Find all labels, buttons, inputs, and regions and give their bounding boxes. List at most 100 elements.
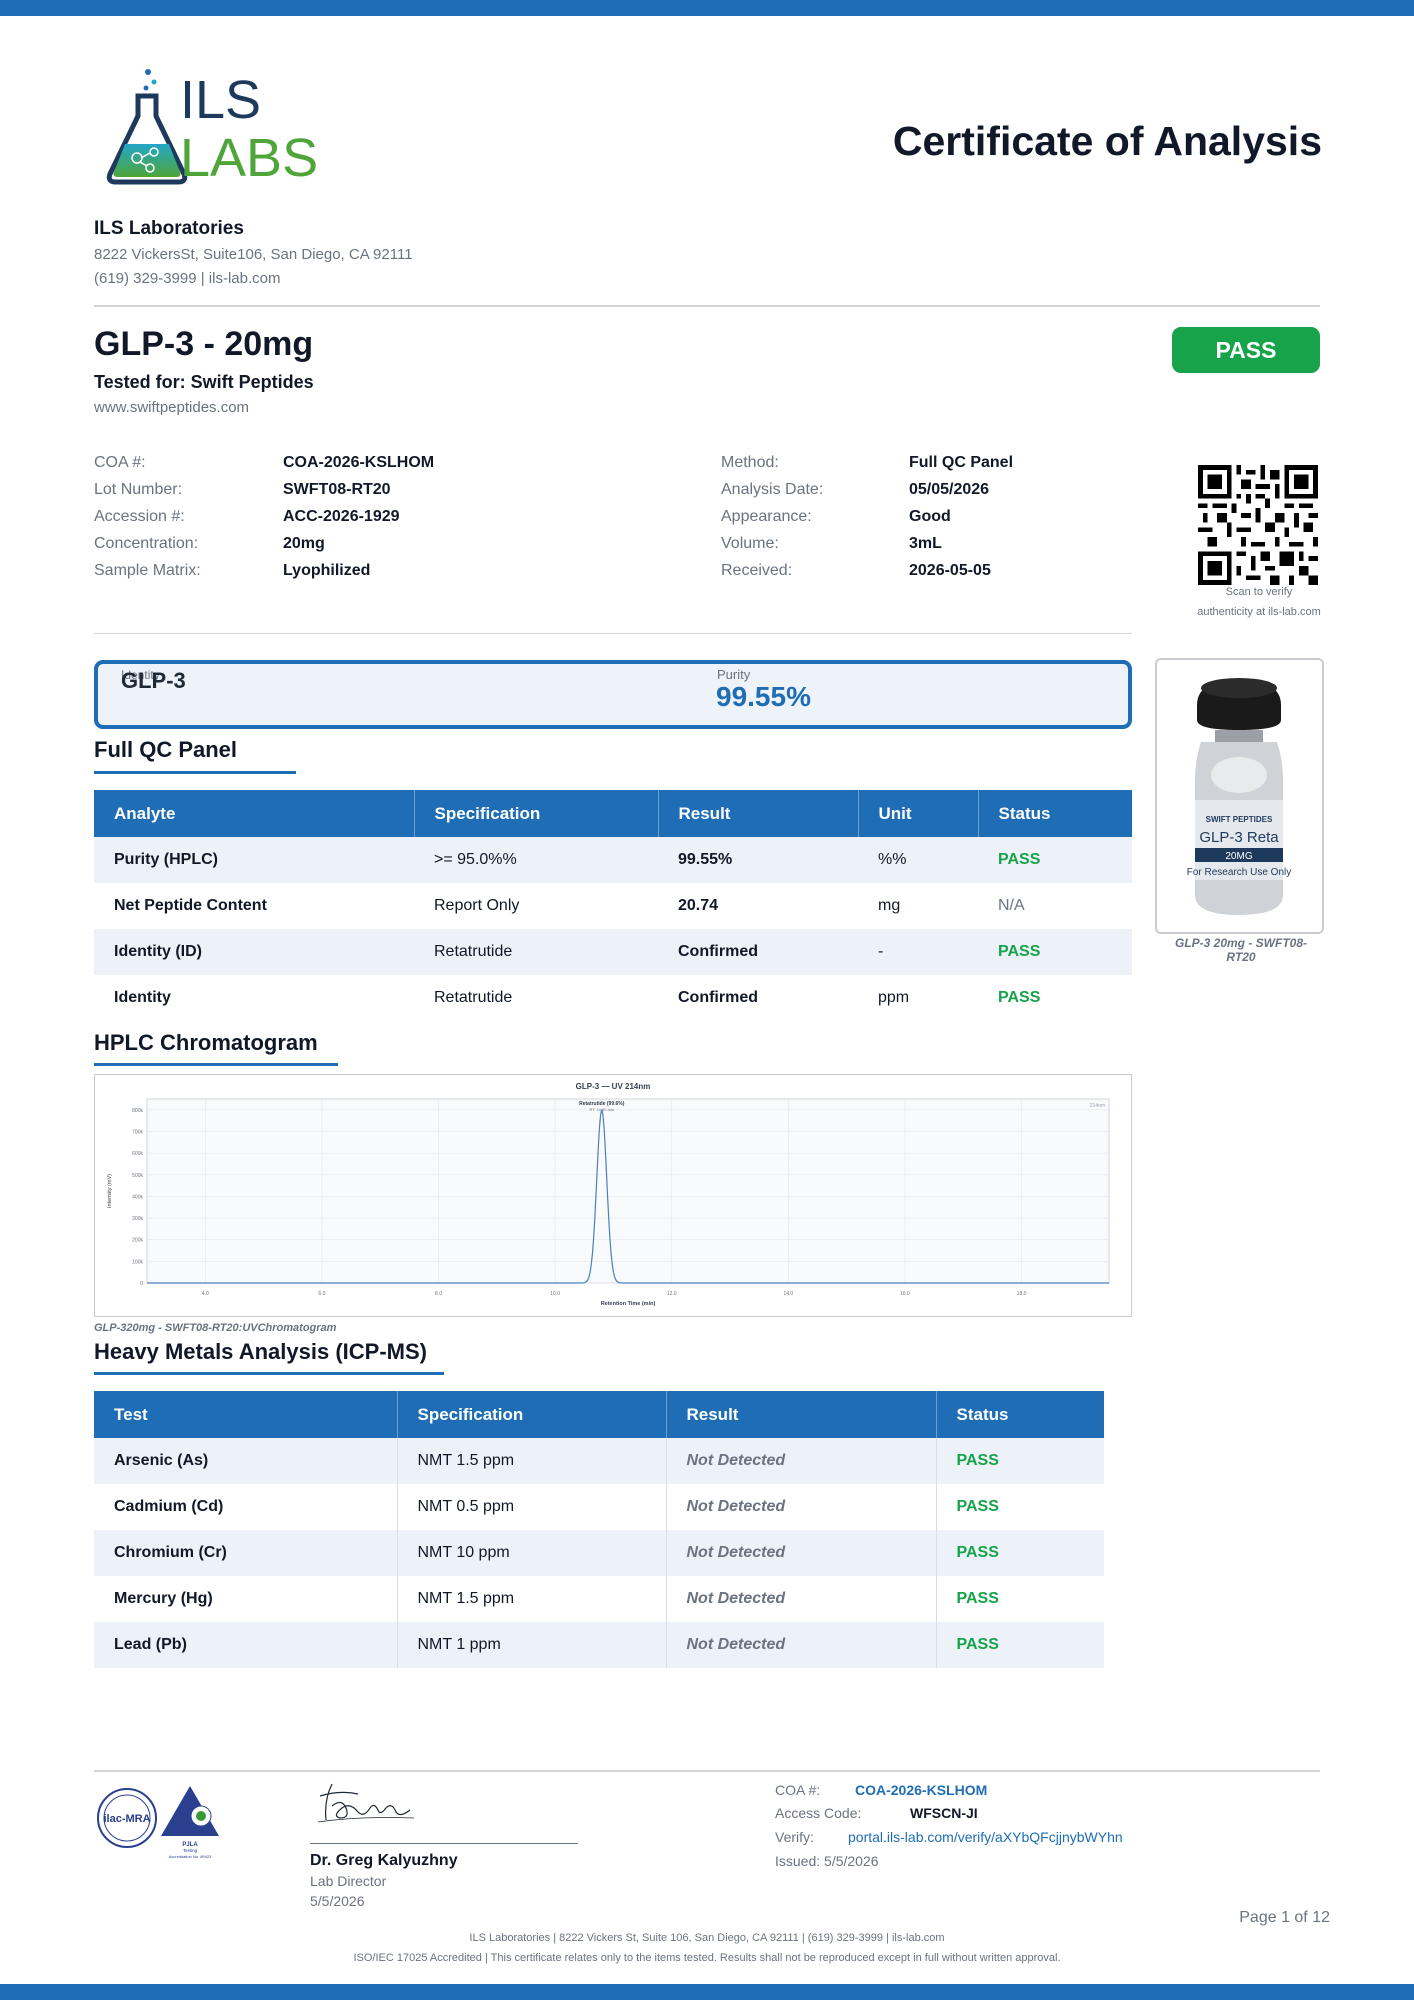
table-cell: Net Peptide Content — [114, 897, 267, 914]
status-cell: PASS — [956, 1498, 999, 1515]
column-header: Status — [936, 1391, 1104, 1438]
table-cell: Not Detected — [666, 1438, 937, 1484]
info-value: 20mg — [283, 535, 325, 552]
info-value: ACC-2026-1929 — [283, 508, 400, 525]
column-header: Result — [666, 1391, 937, 1438]
info-value: 3mL — [909, 535, 942, 552]
table-cell: Cadmium (Cd) — [94, 1484, 398, 1530]
heavy-metals-table: Test Specification Result Status Arsenic… — [94, 1391, 1104, 1668]
info-value: COA-2026-KSLHOM — [283, 454, 435, 471]
pjla-sub: Testing — [183, 1848, 198, 1853]
metals-title: Heavy Metals Analysis (ICP-MS) — [94, 1339, 427, 1364]
chromatogram-caption: GLP-320mg - SWFT08-RT20:UVChromatogram — [94, 1322, 337, 1334]
x-tick-label: 4.0 — [202, 1291, 209, 1297]
column-header: Result — [658, 790, 859, 837]
access-code-label: Access Code: — [775, 1805, 862, 1821]
certificate-title: Certificate of Analysis — [892, 118, 1322, 164]
pjla-accreditation: Accreditation No. 89423 — [169, 1854, 212, 1859]
qc-panel-title: Full QC Panel — [94, 737, 238, 762]
overall-status-badge: PASS — [1172, 327, 1320, 373]
info-value: 05/05/2026 — [909, 481, 990, 498]
status-cell: PASS — [998, 989, 1041, 1006]
vial-image: SWIFT PEPTIDES GLP-3 Reta 20MG For Resea… — [1157, 660, 1322, 932]
table-cell: Identity — [114, 989, 171, 1006]
lab-name: ILS Laboratories — [94, 218, 244, 239]
chart-title: GLP-3 — UV 214nm — [576, 1082, 651, 1091]
client-website: www.swiftpeptides.com — [94, 399, 250, 416]
table-cell: Not Detected — [666, 1530, 937, 1576]
info-value: Lyophilized — [283, 562, 371, 579]
verify-coa-label: COA #: — [775, 1782, 821, 1798]
plot-area — [146, 1098, 1110, 1284]
access-code-value: WFSCN-JI — [910, 1805, 978, 1821]
status-cell: PASS — [978, 837, 1132, 883]
accreditation-seals: ilac-MRA PJLA Testing Accreditation No. … — [97, 1786, 219, 1859]
signature-line — [310, 1843, 578, 1844]
ils-labs-logo: ILS LABS — [106, 69, 318, 186]
chart-legend: 214nm — [1090, 1103, 1105, 1109]
column-header: Analyte — [94, 790, 415, 837]
bottom-bar — [0, 1984, 1414, 2000]
table-cell: Lead (Pb) — [94, 1622, 398, 1668]
status-cell: PASS — [978, 929, 1132, 975]
table-cell: Not Detected — [666, 1484, 937, 1530]
footer-disclaimer: ISO/IEC 17025 Accredited | This certific… — [353, 1952, 1061, 1964]
table-cell: %% — [858, 837, 978, 883]
column-header: Specification — [397, 1391, 667, 1438]
product-title: GLP-3 - 20mg — [94, 325, 314, 363]
info-label: Received: — [721, 562, 793, 579]
table-row: Identity (ID) Retatrutide Confirmed - PA… — [94, 929, 1132, 975]
ilac-text: ilac-MRA — [103, 1813, 150, 1825]
table-cell: Mercury (Hg) — [94, 1576, 398, 1622]
table-cell: NMT 1.5 ppm — [397, 1438, 667, 1484]
header-divider — [94, 305, 1320, 307]
y-tick-label: 700k — [132, 1129, 143, 1135]
photo-caption: GLP-3 20mg - SWFT08-RT20 — [1174, 936, 1308, 964]
table-cell: Confirmed — [658, 929, 858, 975]
verify-coa-value: COA-2026-KSLHOM — [855, 1782, 988, 1798]
table-cell: Confirmed — [678, 989, 758, 1006]
chromatogram-frame: GLP-3 — UV 214nm 4.0 6.0 8.0 10.0 12.0 14.0 16… — [94, 1074, 1132, 1317]
ilac-mra-seal: ilac-MRA — [97, 1788, 157, 1848]
table-cell: NMT 10 ppm — [397, 1530, 667, 1576]
x-tick-label: 18.0 — [1017, 1291, 1027, 1297]
y-tick-label: 200k — [132, 1238, 143, 1244]
top-bar — [0, 0, 1414, 16]
verify-link[interactable]: portal.ils-lab.com/verify/aXYbQFcjjnybWY… — [848, 1829, 1123, 1845]
qr-code[interactable] — [1198, 465, 1318, 585]
x-tick-label: 8.0 — [435, 1291, 442, 1297]
table-row: Lead (Pb) NMT 1 ppm Not Detected PASS — [94, 1622, 1104, 1668]
tested-for: Tested for: Swift Peptides — [94, 372, 314, 392]
signature-date: 5/5/2026 — [310, 1893, 365, 1909]
x-axis-label: Retention Time (min) — [601, 1301, 656, 1307]
peak-sublabel: RT: 10.80 min — [589, 1107, 614, 1112]
hplc-chart: GLP-3 — UV 214nm 4.0 6.0 8.0 10.0 12.0 14.0 16… — [107, 1082, 1110, 1307]
qr-caption-1: Scan to verify — [1225, 586, 1293, 598]
vial-note: For Research Use Only — [1187, 867, 1291, 878]
chromatogram-underline — [94, 1063, 338, 1066]
summary-purity-value: 99.55% — [716, 681, 811, 712]
table-cell: mg — [878, 897, 901, 914]
status-cell: N/A — [998, 897, 1025, 914]
status-cell: PASS — [956, 1590, 999, 1607]
info-label: Sample Matrix: — [94, 562, 201, 579]
issued-date: Issued: 5/5/2026 — [775, 1853, 879, 1869]
info-label: Lot Number: — [94, 481, 183, 498]
table-cell: Retatrutide — [434, 989, 513, 1006]
table-cell: >= 95.0%% — [414, 837, 658, 883]
table-cell: NMT 1.5 ppm — [397, 1576, 667, 1622]
page-number: Page 1 of 12 — [1239, 1909, 1330, 1926]
summary-compound-name: GLP-3 — [121, 668, 186, 693]
y-tick-label: 800k — [132, 1108, 143, 1114]
y-tick-label: 0 — [140, 1281, 143, 1287]
verify-label: Verify: — [775, 1829, 814, 1845]
table-row: Identity Retatrutide Confirmed ppm PASS — [94, 975, 1132, 1021]
table-cell: NMT 1 ppm — [397, 1622, 667, 1668]
status-cell: PASS — [936, 1438, 1104, 1484]
info-label: Appearance: — [721, 508, 812, 525]
table-row: Purity (HPLC) >= 95.0%% 99.55% %% PASS — [94, 837, 1132, 883]
metals-underline — [94, 1372, 444, 1375]
table-row: Chromium (Cr) NMT 10 ppm Not Detected PA… — [94, 1530, 1104, 1576]
info-value: SWFT08-RT20 — [283, 481, 391, 498]
product-photo: SWIFT PEPTIDES GLP-3 Reta 20MG For Resea… — [1155, 658, 1324, 934]
